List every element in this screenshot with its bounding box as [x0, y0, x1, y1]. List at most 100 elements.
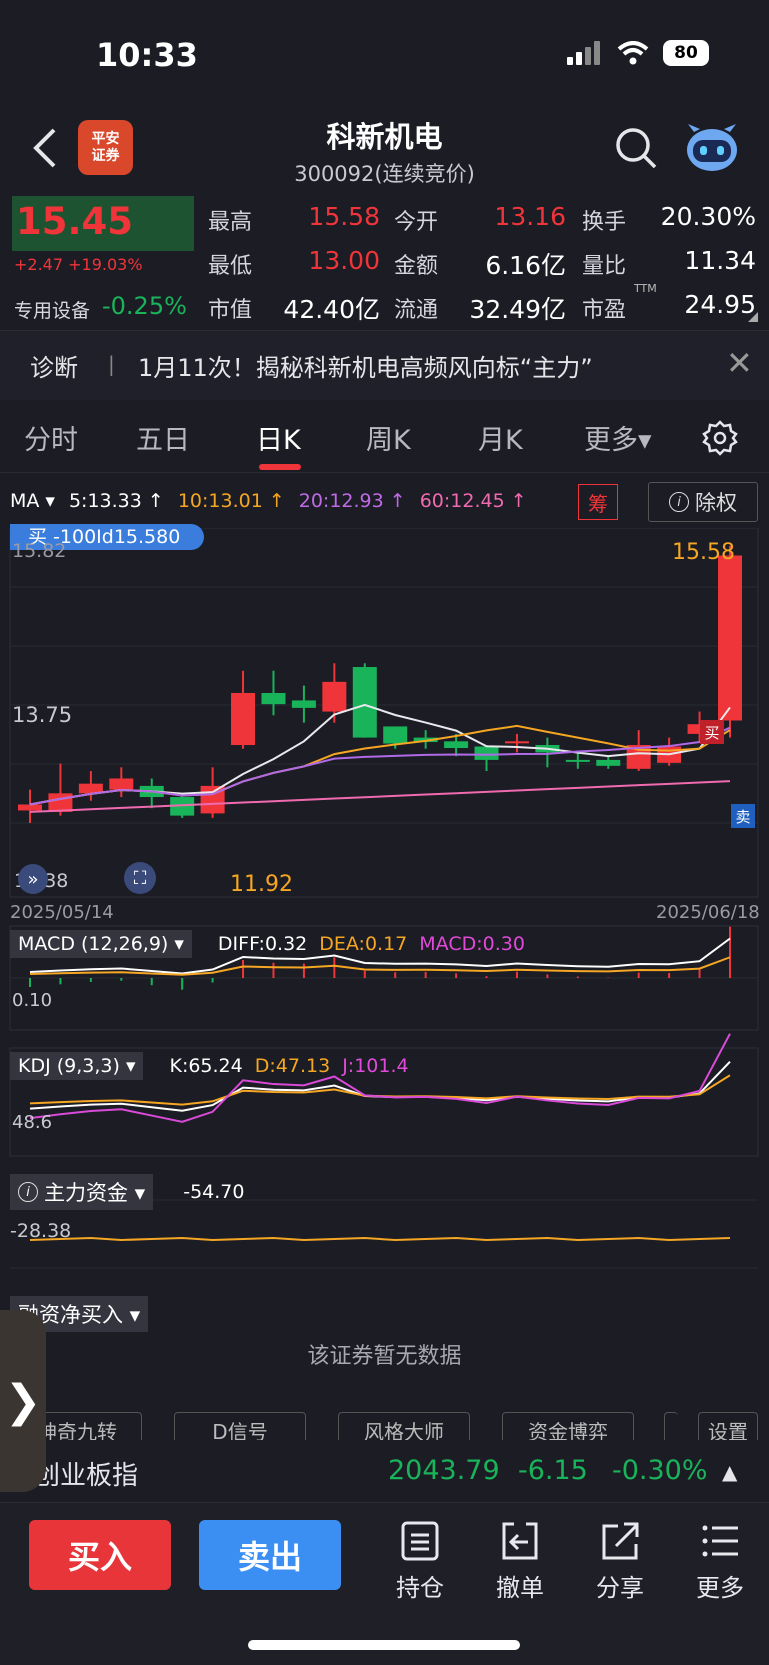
more-menu-icon — [702, 1525, 738, 1557]
date-end: 2025/06/18 — [656, 902, 760, 923]
low-price-label: 11.92 — [230, 872, 293, 897]
candle-body — [596, 759, 621, 766]
ma5-value: 5:13.33 ↑ — [68, 490, 164, 512]
kdj-selector[interactable]: KDJ (9,3,3) ▾ — [10, 1052, 144, 1080]
tab-intraday[interactable]: 分时 — [24, 418, 78, 457]
main-fund-axis-label: -28.38 — [10, 1220, 72, 1242]
nav-cancel-order[interactable]: 撤单 — [480, 1520, 560, 1603]
home-indicator[interactable] — [248, 1640, 520, 1650]
candle-body — [291, 700, 316, 708]
candle-body — [504, 741, 529, 744]
nav-share-label: 分享 — [596, 1574, 644, 1602]
ma5-line — [29, 703, 731, 806]
macd-value: MACD:0.30 — [419, 933, 525, 955]
quote-label-pe: 市盈 — [582, 298, 627, 323]
cancel-order-icon — [502, 1522, 538, 1560]
cellular-signal-icon — [567, 41, 600, 65]
search-icon[interactable] — [614, 126, 658, 170]
y-axis-top: 15.82 — [12, 540, 67, 562]
positions-icon — [401, 1521, 439, 1561]
main-fund-legend: i 主力资金 ▾ -54.70 — [10, 1174, 244, 1210]
status-icons: 80 — [567, 40, 709, 66]
share-icon — [602, 1522, 639, 1560]
expand-panel-button[interactable]: » — [18, 864, 48, 894]
main-fund-label: 主力资金 ▾ — [44, 1181, 146, 1205]
ma-legend: MA ▾ 5:13.33 ↑ 10:13.01 ↑ 20:12.93 ↑ 60:… — [10, 490, 527, 512]
macd-dea-value: DEA:0.17 — [319, 933, 408, 955]
tab-five-day[interactable]: 五日 — [136, 418, 190, 457]
current-price: 15.45 — [16, 200, 134, 243]
quote-value-float-cap: 32.49亿 — [469, 295, 566, 324]
macd-selector[interactable]: MACD (12,26,9) ▾ — [10, 930, 192, 958]
quote-value-volume-ratio: 11.34 — [684, 246, 756, 275]
nav-positions[interactable]: 持仓 — [380, 1520, 460, 1603]
tab-more[interactable]: 更多▾ — [584, 418, 652, 457]
gear-icon[interactable] — [702, 420, 738, 456]
candle-body — [474, 746, 499, 760]
tab-daily-k[interactable]: 日K — [256, 418, 301, 457]
ma-selector[interactable]: MA ▾ — [10, 490, 55, 512]
quote-value-amount: 6.16亿 — [485, 251, 566, 280]
index-name: 创业板指 — [34, 1461, 139, 1491]
nav-positions-label: 持仓 — [396, 1574, 444, 1602]
sector-name[interactable]: 专用设备 — [14, 296, 90, 323]
diagnosis-headline[interactable]: 1月11次！揭秘科新机电高频风向标“主力” — [138, 348, 593, 383]
candle-body — [718, 555, 742, 721]
ma60-line — [29, 780, 731, 813]
candle-body — [48, 793, 73, 812]
ma20-value: 20:12.93 ↑ — [298, 490, 406, 512]
price-change: +2.47 +19.03% — [14, 255, 143, 274]
nav-more[interactable]: 更多 — [680, 1520, 760, 1603]
buy-signal-tag: 买 — [700, 720, 724, 744]
kdj-axis-label: 48.6 — [12, 1112, 53, 1133]
quote-label-turnover: 换手 — [582, 210, 627, 235]
ttm-tag: TTM — [634, 282, 657, 295]
kdj-j-value: J:101.4 — [342, 1055, 409, 1077]
kdj-k-value: K:65.24 — [169, 1055, 243, 1077]
active-tab-indicator — [259, 464, 301, 470]
sector-change: -0.25% — [102, 292, 187, 320]
sell-button[interactable]: 卖出 — [199, 1520, 341, 1590]
fullscreen-icon[interactable]: ⛶ — [124, 862, 156, 894]
index-percent: -0.30% — [612, 1455, 708, 1486]
ex-rights-button[interactable]: i 除权 — [648, 482, 758, 522]
quote-value-turnover: 20.30% — [660, 202, 756, 231]
macd-legend: MACD (12,26,9) ▾ DIFF:0.32 DEA:0.17 MACD… — [10, 930, 525, 958]
main-fund-selector[interactable]: i 主力资金 ▾ — [10, 1174, 154, 1210]
tab-monthly-k[interactable]: 月K — [478, 418, 523, 457]
high-price-label: 15.58 — [672, 540, 735, 565]
kdj-legend: KDJ (9,3,3) ▾ K:65.24 D:47.13 J:101.4 — [10, 1052, 409, 1080]
nav-share[interactable]: 分享 — [580, 1520, 660, 1603]
robot-assistant-icon[interactable] — [684, 120, 740, 176]
margin-empty-text: 该证券暂无数据 — [307, 1344, 462, 1369]
quote-label-volume-ratio: 量比 — [582, 254, 627, 279]
buy-button[interactable]: 买入 — [29, 1520, 171, 1590]
status-time: 10:33 — [96, 36, 198, 74]
chevron-up-icon[interactable]: ▲ — [722, 1460, 737, 1484]
quote-value-high: 15.58 — [308, 202, 380, 231]
candle-body — [444, 741, 469, 748]
quote-value-low: 13.00 — [308, 246, 380, 275]
candle-body — [109, 778, 134, 790]
date-start: 2025/05/14 — [10, 902, 114, 923]
macd-axis-label: 0.10 — [12, 990, 53, 1011]
index-value: 2043.79 — [388, 1455, 500, 1486]
ma10-line — [29, 724, 731, 806]
tab-weekly-k[interactable]: 周K — [366, 418, 411, 457]
side-panel-handle[interactable]: ❯ — [0, 1310, 46, 1492]
candle-body — [261, 693, 286, 705]
ma60-value: 60:12.45 ↑ — [419, 490, 527, 512]
quote-label-float-cap: 流通 — [394, 298, 439, 323]
candle-body — [352, 666, 377, 738]
main-fund-line — [29, 1236, 731, 1242]
macd-diff-value: DIFF:0.32 — [217, 933, 308, 955]
expand-corner-icon[interactable] — [748, 312, 758, 322]
kline-frame — [9, 528, 759, 898]
quote-value-open: 13.16 — [494, 202, 566, 231]
ex-rights-label: 除权 — [695, 491, 737, 515]
chip-distribution-button[interactable]: 筹 — [578, 484, 618, 520]
candle-body — [231, 693, 256, 746]
quote-label-amount: 金额 — [394, 254, 439, 279]
close-icon[interactable]: ✕ — [726, 344, 753, 382]
main-fund-value: -54.70 — [183, 1181, 245, 1203]
